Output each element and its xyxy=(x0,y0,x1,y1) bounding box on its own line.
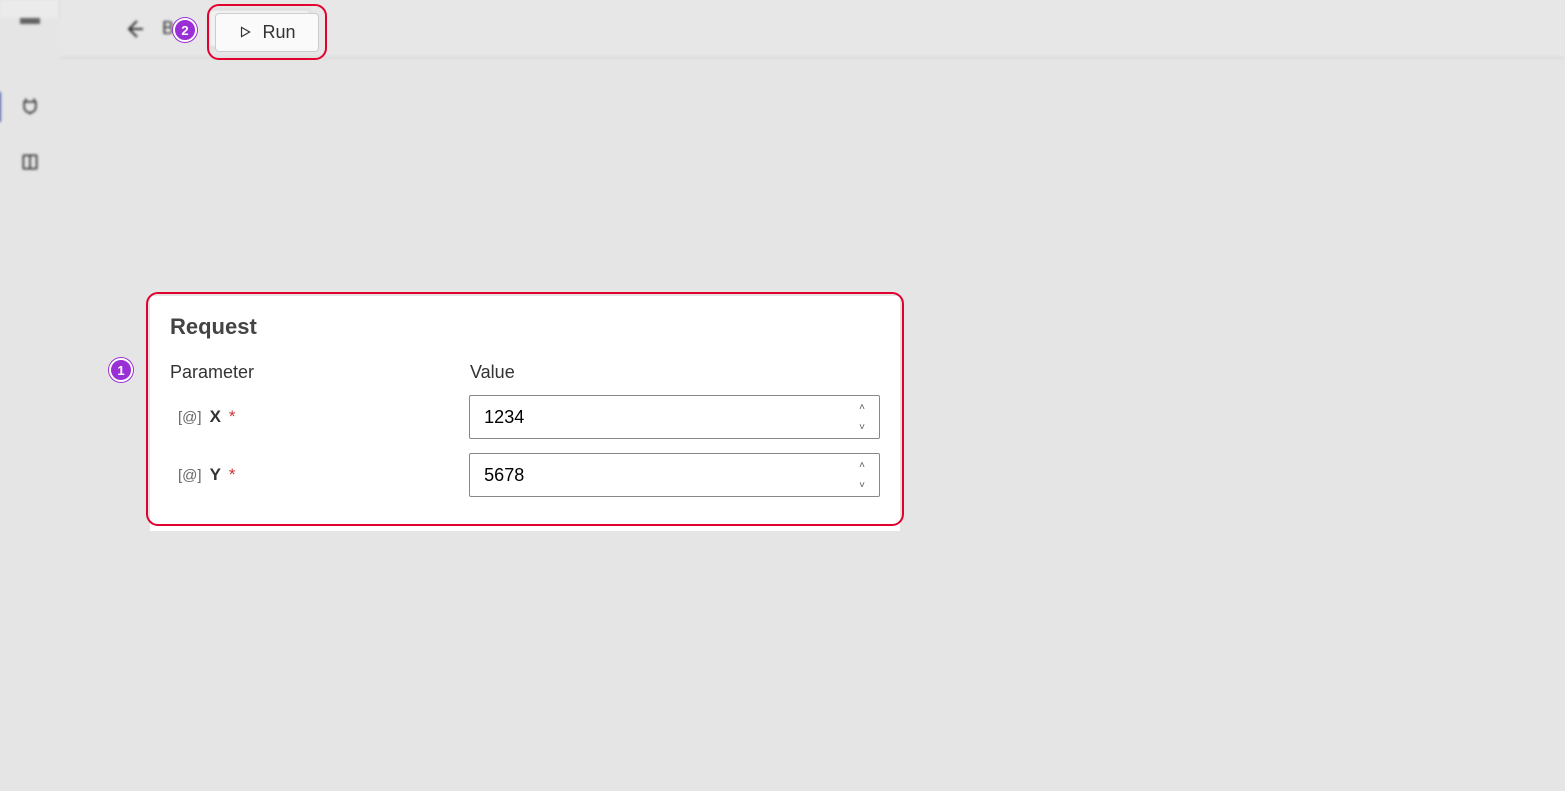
param-y-input[interactable] xyxy=(469,453,880,497)
required-star: * xyxy=(229,407,236,427)
step-up-icon[interactable]: ˄ xyxy=(848,397,876,417)
required-star: * xyxy=(229,465,236,485)
back-button[interactable] xyxy=(120,15,148,43)
at-icon: [@] xyxy=(178,409,202,426)
run-button[interactable]: Run xyxy=(215,13,318,52)
plugin-icon[interactable] xyxy=(19,96,41,116)
left-nav-rail xyxy=(0,0,60,18)
run-highlight-overlay: Run xyxy=(207,4,327,60)
callout-badge-2: 2 xyxy=(173,18,197,42)
param-row: [@] X * ˄˅ xyxy=(170,395,880,439)
request-highlight-overlay: Request Parameter Value [@] X * ˄˅ [@] Y… xyxy=(150,296,900,531)
param-name: Y xyxy=(210,465,221,485)
step-down-icon[interactable]: ˅ xyxy=(848,417,876,437)
step-up-icon[interactable]: ˄ xyxy=(848,455,876,475)
step-down-icon[interactable]: ˅ xyxy=(848,475,876,495)
request-title: Request xyxy=(170,314,880,340)
col-header-parameter: Parameter xyxy=(170,362,470,383)
param-x-input[interactable] xyxy=(469,395,880,439)
param-row: [@] Y * ˄˅ xyxy=(170,453,880,497)
at-icon: [@] xyxy=(178,467,202,484)
hamburger-icon[interactable] xyxy=(20,18,40,24)
book-icon[interactable] xyxy=(19,152,41,172)
col-header-value: Value xyxy=(470,362,515,383)
callout-badge-1: 1 xyxy=(109,358,133,382)
run-label: Run xyxy=(262,22,295,43)
param-name: X xyxy=(210,407,221,427)
play-icon xyxy=(238,25,252,39)
